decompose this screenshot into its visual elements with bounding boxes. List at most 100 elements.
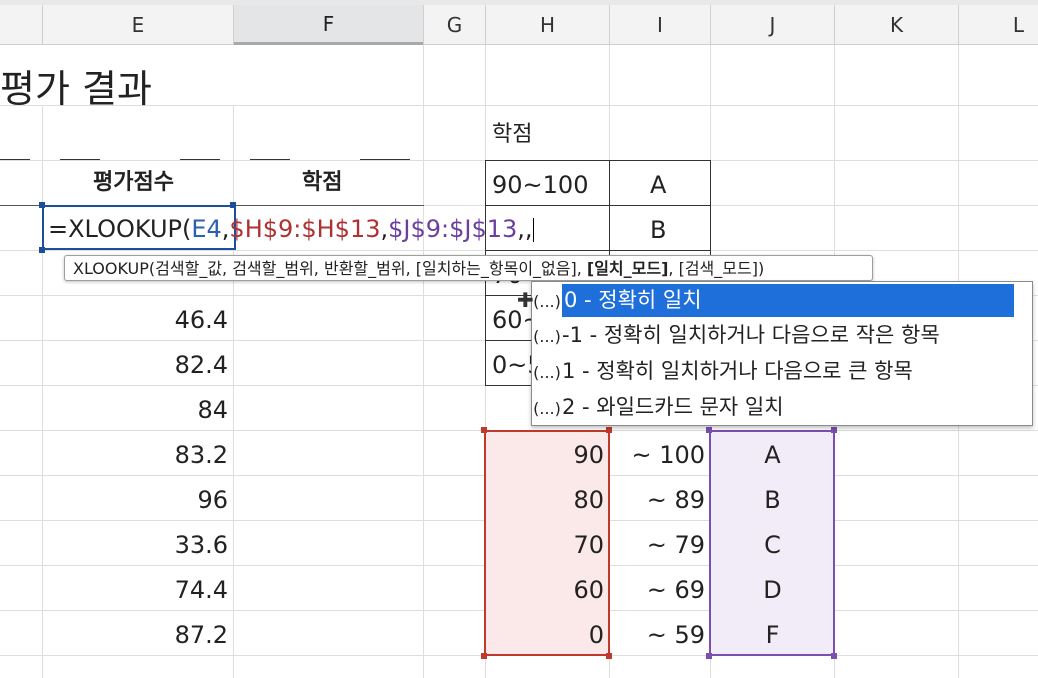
header-divider <box>233 5 234 45</box>
argument-icon: (...) <box>533 327 561 346</box>
range-handle[interactable] <box>706 653 712 659</box>
range-handle[interactable] <box>831 653 837 659</box>
dropdown-item-label: -1 - 정확히 일치하거나 다음으로 작은 항목 <box>562 323 940 347</box>
formula-input[interactable]: =XLOOKUP(E4,$H$9:$H$13,$J$9:$J$13,, <box>48 215 534 243</box>
dropdown-item-label: 0 - 정확히 일치 <box>562 284 1014 317</box>
header-divider <box>609 5 610 45</box>
function-syntax-tooltip: XLOOKUP(검색할_값, 검색할_범위, 반환할_범위, [일치하는_항목이… <box>64 255 873 281</box>
score-cell[interactable]: 33.6 <box>43 533 228 557</box>
mouse-cursor-icon: ✚ <box>517 288 534 312</box>
lookup-high-cell[interactable]: ~ 69 <box>610 578 705 602</box>
grade-letter-cell[interactable]: A <box>650 173 666 197</box>
grid-line <box>0 105 1038 106</box>
argument-icon: (...) <box>533 399 561 418</box>
formula-arg-lookup-value: E4 <box>191 215 222 243</box>
score-cell[interactable]: 82.4 <box>43 353 228 377</box>
tooltip-text: XLOOKUP(검색할_값, 검색할_범위, 반환할_범위, [일치하는_항목이… <box>73 259 587 278</box>
score-cell[interactable]: 83.2 <box>43 443 228 467</box>
column-header-K[interactable]: K <box>835 5 958 45</box>
range-handle[interactable] <box>481 653 487 659</box>
grade-table-title: 학점 <box>492 122 533 147</box>
dropdown-item-exact-match[interactable]: (...) 0 - 정확히 일치 <box>532 283 1032 318</box>
score-cell[interactable]: 96 <box>43 488 228 512</box>
grade-table-divider <box>485 340 531 341</box>
lookup-low-cell[interactable]: 70 <box>486 533 604 557</box>
formula-separator: , <box>380 215 389 243</box>
grid-line <box>233 105 234 678</box>
header-divider <box>710 5 711 45</box>
range-handle[interactable] <box>606 653 612 659</box>
lookup-low-cell[interactable]: 90 <box>486 443 604 467</box>
formula-prefix: =XLOOKUP( <box>48 215 192 243</box>
column-header-label: K <box>889 12 904 37</box>
range-handle[interactable] <box>606 427 612 433</box>
header-divider <box>958 5 959 45</box>
column-header-I[interactable]: I <box>610 5 710 45</box>
dropdown-item-exact-or-next-larger[interactable]: (...)1 - 정확히 일치하거나 다음으로 큰 항목 <box>532 354 1032 389</box>
lookup-grade-cell[interactable]: D <box>711 578 834 602</box>
lookup-high-cell[interactable]: ~ 79 <box>610 533 705 557</box>
cell-handle[interactable] <box>39 247 45 253</box>
lookup-low-cell[interactable]: 60 <box>486 578 604 602</box>
argument-icon: (...) <box>533 292 561 311</box>
column-header-L[interactable]: L <box>959 5 1038 45</box>
sheet-title: 평가 결과 <box>0 67 152 111</box>
column-header-label: J <box>769 12 776 37</box>
column-header-label: F <box>322 11 335 36</box>
cell-handle[interactable] <box>230 202 236 208</box>
lookup-grade-cell[interactable]: C <box>711 533 834 557</box>
lookup-high-cell[interactable]: ~ 100 <box>610 443 705 467</box>
grade-table-divider <box>485 205 711 206</box>
dropdown-item-label: 2 - 와일드카드 문자 일치 <box>562 395 784 419</box>
score-cell[interactable]: 84 <box>43 398 228 422</box>
dropdown-item-label: 1 - 정확히 일치하거나 다음으로 큰 항목 <box>562 359 913 383</box>
lookup-grade-cell[interactable]: B <box>711 488 834 512</box>
column-header-G[interactable]: G <box>424 5 485 45</box>
column-header-label: E <box>131 12 145 37</box>
range-handle[interactable] <box>481 427 487 433</box>
formula-arg-lookup-array: $H$9:$H$13 <box>229 215 381 243</box>
grade-header: 학점 <box>302 170 343 195</box>
table-border <box>180 159 220 160</box>
score-cell[interactable]: 74.4 <box>43 578 228 602</box>
column-header-label: L <box>1012 12 1024 37</box>
formula-arg-return-array: $J$9:$J$13 <box>388 215 518 243</box>
match-mode-dropdown[interactable]: (...) 0 - 정확히 일치 (...)-1 - 정확히 일치하거나 다음으로… <box>531 281 1033 426</box>
tooltip-current-arg: [일치_모드] <box>586 259 669 278</box>
column-header-J[interactable]: J <box>711 5 834 45</box>
table-border <box>60 159 100 160</box>
lookup-low-cell[interactable]: 80 <box>486 488 604 512</box>
range-handle[interactable] <box>831 427 837 433</box>
column-header-H[interactable]: H <box>486 5 609 45</box>
header-divider <box>42 5 43 45</box>
grade-table-divider <box>485 250 711 251</box>
column-header-E[interactable]: E <box>43 5 233 45</box>
column-header-D[interactable] <box>0 5 42 45</box>
score-header: 평가점수 <box>93 170 174 195</box>
header-divider <box>834 5 835 45</box>
column-header-label: G <box>446 12 463 37</box>
dropdown-item-exact-or-next-smaller[interactable]: (...)-1 - 정확히 일치하거나 다음으로 작은 항목 <box>532 318 1032 353</box>
lookup-high-cell[interactable]: ~ 89 <box>610 488 705 512</box>
lookup-grade-cell[interactable]: F <box>711 623 834 647</box>
lookup-grade-cell[interactable]: A <box>711 443 834 467</box>
grid-line <box>423 45 424 678</box>
argument-icon: (...) <box>533 363 561 382</box>
grade-range-cell[interactable]: 90~100 <box>492 173 588 197</box>
formula-suffix: ,, <box>517 215 533 243</box>
column-header-F[interactable]: F <box>234 5 423 45</box>
table-border <box>250 159 290 160</box>
range-handle[interactable] <box>706 427 712 433</box>
lookup-high-cell[interactable]: ~ 59 <box>610 623 705 647</box>
dropdown-item-wildcard-match[interactable]: (...)2 - 와일드카드 문자 일치 <box>532 390 1032 425</box>
text-caret <box>532 218 534 242</box>
column-header-label: H <box>539 12 556 37</box>
grade-letter-cell[interactable]: B <box>650 218 666 242</box>
table-border <box>360 159 410 160</box>
tooltip-text: , [검색_모드]) <box>668 259 765 278</box>
score-cell[interactable]: 87.2 <box>43 623 228 647</box>
cell-handle[interactable] <box>39 202 45 208</box>
column-header-label: I <box>657 12 663 37</box>
lookup-low-cell[interactable]: 0 <box>486 623 604 647</box>
score-cell[interactable]: 46.4 <box>43 308 228 332</box>
